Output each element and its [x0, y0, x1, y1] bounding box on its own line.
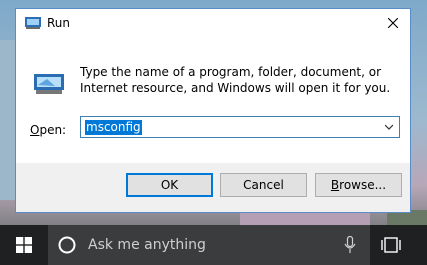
instruction-text: Type the name of a program, folder, docu… [80, 65, 391, 95]
run-program-icon [34, 74, 64, 94]
search-placeholder: Ask me anything [88, 237, 206, 253]
title-bar[interactable]: Run [16, 9, 410, 39]
ok-button[interactable]: OK [126, 173, 213, 197]
open-label: Open: [30, 123, 67, 137]
taskbar: Ask me anything [0, 225, 427, 265]
run-dialog: Run Type the name of a program, folder, … [15, 8, 411, 213]
open-input[interactable]: msconfig [85, 120, 142, 135]
close-button[interactable] [376, 9, 410, 37]
open-combobox[interactable]: msconfig [80, 116, 400, 138]
windows-start-icon [16, 237, 32, 253]
search-box[interactable]: Ask me anything [48, 225, 370, 265]
task-view-icon[interactable] [380, 236, 402, 254]
browse-button[interactable]: Browse... [315, 173, 402, 197]
cortana-icon [58, 236, 76, 254]
button-row: OK Cancel Browse... [16, 163, 410, 213]
window-title: Run [47, 16, 71, 30]
dialog-content: Type the name of a program, folder, docu… [16, 39, 410, 163]
microphone-icon[interactable] [344, 236, 356, 254]
close-icon [388, 18, 398, 28]
chevron-down-icon[interactable] [385, 123, 393, 131]
start-button[interactable] [0, 225, 48, 265]
cancel-button[interactable]: Cancel [220, 173, 307, 197]
run-app-icon [25, 17, 41, 29]
